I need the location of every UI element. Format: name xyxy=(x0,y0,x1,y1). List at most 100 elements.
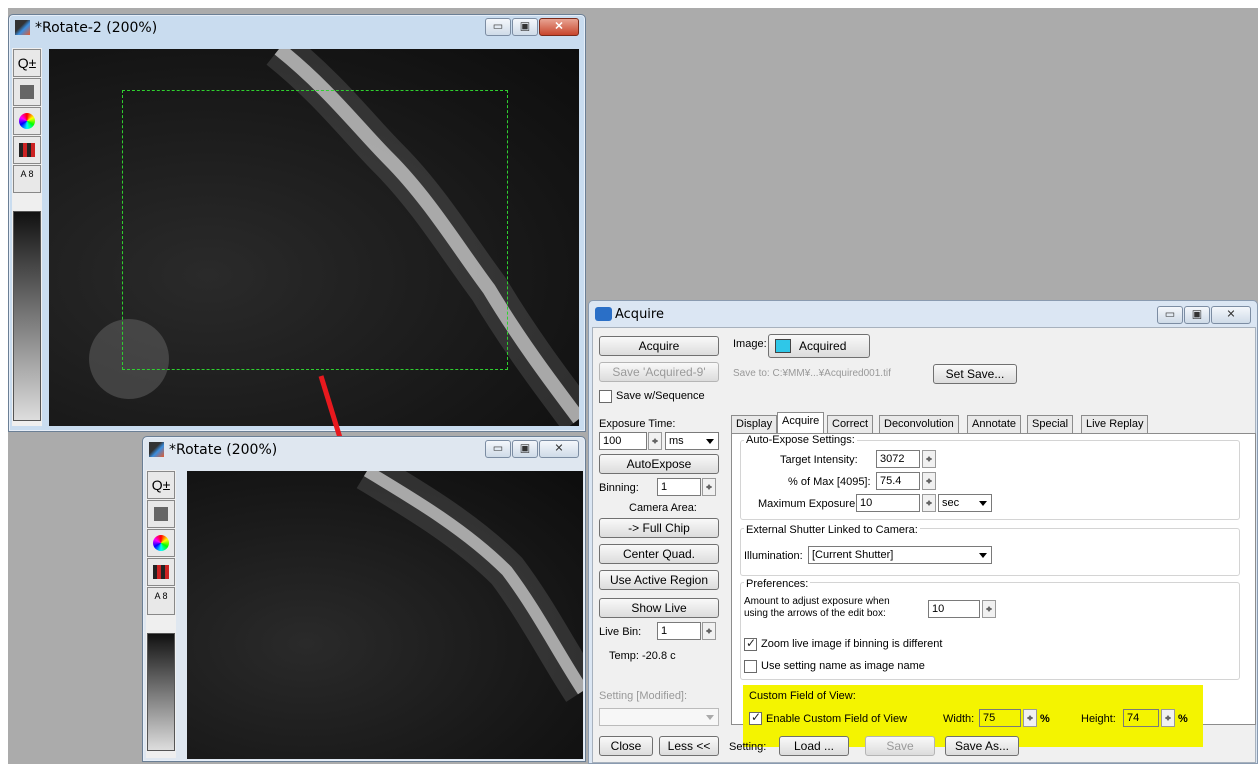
rotate2-titlebar[interactable]: *Rotate-2 (200%) ▭ ▣ ✕ xyxy=(9,15,585,41)
amount-spinner[interactable] xyxy=(982,600,996,618)
camera-area-label: Camera Area: xyxy=(629,502,697,514)
set-save-button[interactable]: Set Save... xyxy=(933,364,1017,384)
target-intensity-label: Target Intensity: xyxy=(780,454,858,466)
minimize-button[interactable]: ▭ xyxy=(485,440,511,458)
max-exposure-unit-select[interactable]: sec xyxy=(938,494,992,512)
height-pct: % xyxy=(1178,713,1188,725)
minimize-button[interactable]: ▭ xyxy=(485,18,511,36)
live-bin-spinner[interactable] xyxy=(702,622,716,640)
lut-bar[interactable] xyxy=(147,633,175,751)
amount-input[interactable]: 10 xyxy=(928,600,980,618)
target-intensity-input[interactable]: 3072 xyxy=(876,450,920,468)
exposure-unit-value: ms xyxy=(669,435,684,447)
height-input[interactable]: 74 xyxy=(1123,709,1159,727)
close-button[interactable]: Close xyxy=(599,736,653,756)
close-button[interactable]: ✕ xyxy=(539,18,579,36)
max-exposure-unit-value: sec xyxy=(942,497,960,509)
setting-label: Setting: xyxy=(729,741,767,753)
lut-bar[interactable] xyxy=(13,211,41,421)
autoexpose-button[interactable]: AutoExpose xyxy=(599,454,719,474)
tab-acquire[interactable]: Acquire xyxy=(777,412,825,434)
maximize-button[interactable]: ▣ xyxy=(512,18,538,36)
illumination-select[interactable]: [Current Shutter] xyxy=(808,546,992,564)
color-tool[interactable] xyxy=(13,107,41,135)
target-intensity-spinner[interactable] xyxy=(922,450,936,468)
lut-tool[interactable] xyxy=(13,136,41,164)
lut-tool[interactable] xyxy=(147,558,175,586)
exposure-unit-select[interactable]: ms xyxy=(665,432,719,450)
center-quad-button[interactable]: Center Quad. xyxy=(599,544,719,564)
enable-cfov-checkbox[interactable] xyxy=(749,710,762,725)
zoom-live-checkbox[interactable] xyxy=(744,636,757,651)
height-spinner[interactable] xyxy=(1161,709,1175,727)
acquire-titlebar[interactable]: Acquire ▭ ▣ ✕ xyxy=(589,301,1257,327)
tab-deconvolution[interactable]: Deconvolution xyxy=(879,415,959,433)
live-bin-input[interactable]: 1 xyxy=(657,622,701,640)
binning-spinner[interactable] xyxy=(702,478,716,496)
tab-special[interactable]: Special xyxy=(1027,415,1074,433)
close-icon: ✕ xyxy=(1226,308,1236,321)
color-wheel-icon xyxy=(19,113,35,129)
dropdown-arrow-icon xyxy=(979,553,987,562)
max-exposure-spinner[interactable] xyxy=(922,494,936,512)
save-acquired-button[interactable]: Save 'Acquired-9' xyxy=(599,362,719,382)
acquire-window: Acquire ▭ ▣ ✕ Acquire Save 'Acquired-9' … xyxy=(588,300,1258,764)
setting-select[interactable] xyxy=(599,708,719,726)
zoom-icon: Q± xyxy=(17,55,37,71)
zoom-live-label: Zoom live image if binning is different xyxy=(761,638,943,650)
minimize-button[interactable]: ▭ xyxy=(1157,306,1183,324)
close-button[interactable]: ✕ xyxy=(539,440,579,458)
select-tool[interactable] xyxy=(13,78,41,106)
new-image-icon xyxy=(775,339,791,353)
active-region-roi[interactable] xyxy=(122,90,508,370)
minimize-icon: ▭ xyxy=(1164,308,1176,321)
use-setting-name-checkbox[interactable] xyxy=(744,660,757,673)
binning-label: Binning: xyxy=(599,482,639,494)
color-tool[interactable] xyxy=(147,529,175,557)
app-icon xyxy=(15,20,30,35)
image-canvas[interactable] xyxy=(187,471,583,759)
save-as-button[interactable]: Save As... xyxy=(945,736,1019,756)
scale-tool[interactable]: A 8 xyxy=(13,165,41,193)
binning-input[interactable]: 1 xyxy=(657,478,701,496)
mm-icon xyxy=(595,307,612,321)
image-select-button[interactable]: Acquired xyxy=(768,334,870,358)
bars-icon xyxy=(153,565,169,579)
pct-max-input[interactable]: 75.4 xyxy=(876,472,920,490)
zoom-tool[interactable]: Q± xyxy=(147,471,175,499)
show-live-button[interactable]: Show Live xyxy=(599,598,719,618)
pct-max-spinner[interactable] xyxy=(922,472,936,490)
tab-annotate[interactable]: Annotate xyxy=(967,415,1022,433)
rotate-titlebar[interactable]: *Rotate (200%) ▭ ▣ ✕ xyxy=(143,437,585,463)
minimize-icon: ▭ xyxy=(492,20,504,33)
auto-expose-legend: Auto-Expose Settings: xyxy=(744,434,857,446)
load-button[interactable]: Load ... xyxy=(779,736,849,756)
max-exposure-input[interactable]: 10 xyxy=(856,494,920,512)
save-sequence-label: Save w/Sequence xyxy=(616,390,705,402)
save-setting-button[interactable]: Save xyxy=(865,736,935,756)
width-input[interactable]: 75 xyxy=(979,709,1021,727)
tab-display[interactable]: Display xyxy=(731,415,778,433)
amount-label-line2: using the arrows of the edit box: xyxy=(744,608,886,619)
maximize-button[interactable]: ▣ xyxy=(1184,306,1210,324)
save-sequence-checkbox[interactable] xyxy=(599,390,612,403)
tab-correct[interactable]: Correct xyxy=(827,415,874,433)
zoom-tool[interactable]: Q± xyxy=(13,49,41,77)
acquire-button[interactable]: Acquire xyxy=(599,336,719,356)
rotate-window: *Rotate (200%) ▭ ▣ ✕ Q± A 8 xyxy=(142,436,586,762)
close-icon: ✕ xyxy=(554,442,564,455)
use-active-region-button[interactable]: Use Active Region xyxy=(599,570,719,590)
tab-live-replay[interactable]: Live Replay xyxy=(1081,415,1149,433)
select-tool[interactable] xyxy=(147,500,175,528)
maximize-button[interactable]: ▣ xyxy=(512,440,538,458)
dropdown-arrow-icon xyxy=(706,439,714,448)
scale-tool[interactable]: A 8 xyxy=(147,587,175,615)
close-button[interactable]: ✕ xyxy=(1211,306,1251,324)
shutter-legend: External Shutter Linked to Camera: xyxy=(744,524,920,536)
full-chip-button[interactable]: -> Full Chip xyxy=(599,518,719,538)
stack-icon xyxy=(20,85,34,99)
less-button[interactable]: Less << xyxy=(659,736,719,756)
exposure-spinner[interactable] xyxy=(648,432,662,450)
width-spinner[interactable] xyxy=(1023,709,1037,727)
exposure-input[interactable]: 100 xyxy=(599,432,647,450)
